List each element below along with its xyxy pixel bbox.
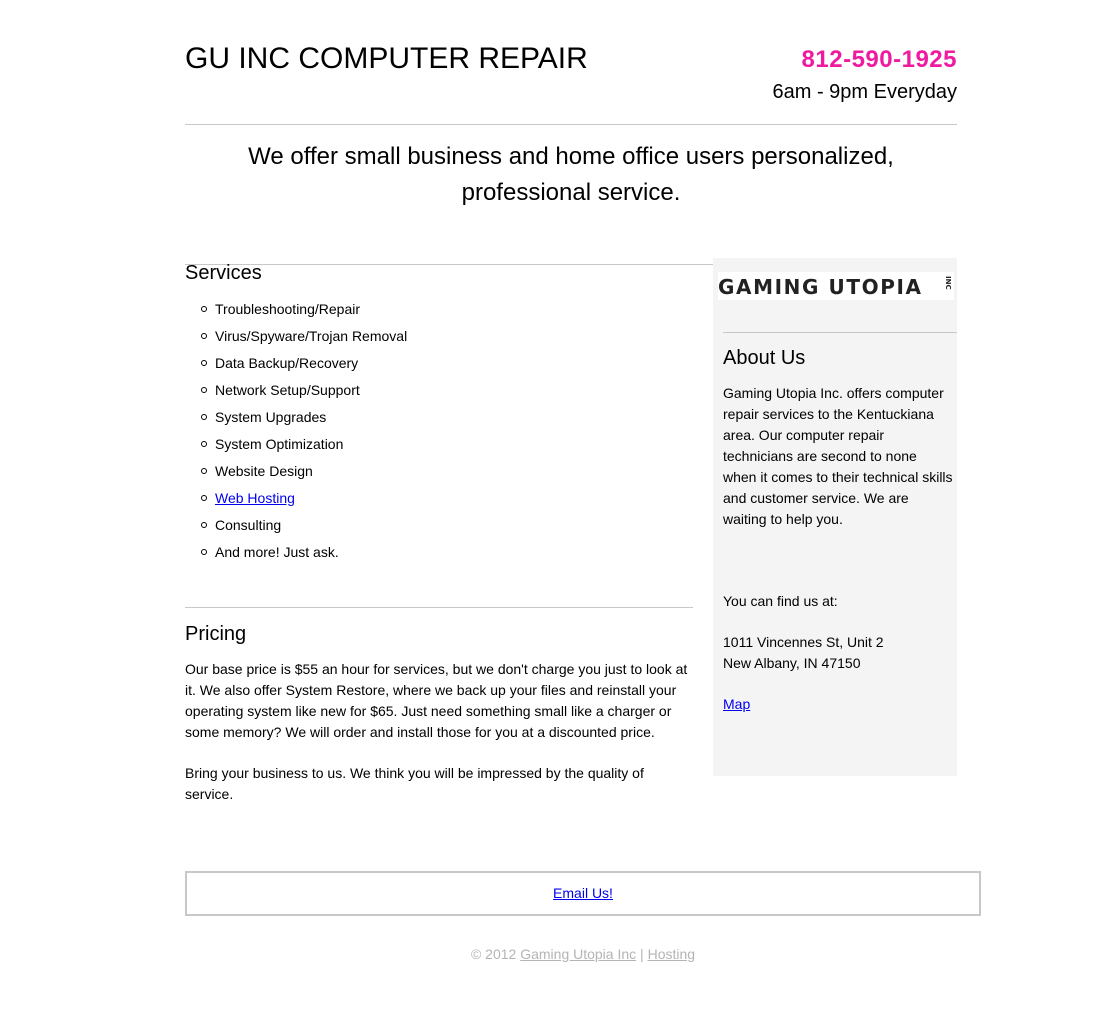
address-line-2: New Albany, IN 47150 <box>723 655 861 671</box>
list-item: Troubleshooting/Repair <box>200 297 407 324</box>
list-item: Website Design <box>200 459 407 486</box>
list-item: Virus/Spyware/Trojan Removal <box>200 324 408 351</box>
services-list: Troubleshooting/Repair Virus/Spyware/Tro… <box>185 297 407 567</box>
pricing-text: Our base price is $55 an hour for servic… <box>185 659 695 825</box>
sidebar-divider <box>723 332 957 333</box>
services-heading: Services <box>185 262 262 284</box>
about-text: Gaming Utopia Inc. offers computer repai… <box>723 385 953 527</box>
service-label: Network Setup/Support <box>215 382 360 398</box>
service-label: System Optimization <box>215 436 344 452</box>
sidebar: GAMING UTOPIA INC About Us Gaming Utopia… <box>713 258 957 776</box>
page-wrapper: GU INC COMPUTER REPAIR 812-590-1925 6am … <box>185 0 957 802</box>
copyright-text: © 2012 <box>470 946 517 962</box>
address-line-1: 1011 Vincennes St, Unit 2 <box>723 634 884 650</box>
about-heading: About Us <box>723 347 806 369</box>
email-us-link[interactable]: Email Us! <box>553 885 613 901</box>
list-item: Data Backup/Recovery <box>200 351 407 378</box>
pricing-heading: Pricing <box>185 623 247 645</box>
logo-text: GAMING UTOPIA <box>718 275 923 299</box>
tagline-line-2: professional service. <box>461 179 681 206</box>
list-item: Consulting <box>200 513 407 540</box>
service-label: Consulting <box>215 517 282 533</box>
hosting-link[interactable]: Hosting <box>648 946 695 962</box>
pricing-paragraph-2: Bring your business to us. We think you … <box>185 765 644 802</box>
service-label: System Upgrades <box>215 409 327 425</box>
tagline-line-1: We offer small business and home office … <box>248 143 894 170</box>
list-item: System Upgrades <box>200 405 407 432</box>
list-item: System Optimization <box>200 432 407 459</box>
address: 1011 Vincennes St, Unit 2 New Albany, IN… <box>723 632 884 674</box>
footer: © 2012 Gaming Utopia Inc | Hosting <box>185 946 981 962</box>
service-label: And more! Just ask. <box>215 544 339 560</box>
service-label: Virus/Spyware/Trojan Removal <box>215 328 408 344</box>
company-link[interactable]: Gaming Utopia Inc <box>520 946 636 962</box>
service-label: Data Backup/Recovery <box>215 355 359 371</box>
tagline: We offer small business and home office … <box>225 139 917 211</box>
map-link[interactable]: Map <box>723 694 750 715</box>
list-item: Web Hosting <box>200 486 407 513</box>
business-hours: 6am - 9pm Everyday <box>772 81 957 103</box>
logo-suffix: INC <box>944 276 952 290</box>
section-divider <box>185 607 693 608</box>
phone-number: 812-590-1925 <box>801 46 957 73</box>
pricing-paragraph-1: Our base price is $55 an hour for servic… <box>185 661 688 740</box>
list-item: And more! Just ask. <box>200 540 407 567</box>
service-label: Website Design <box>215 463 313 479</box>
list-item: Network Setup/Support <box>200 378 407 405</box>
find-us-text: You can find us at: <box>723 593 838 609</box>
site-title: GU INC COMPUTER REPAIR <box>185 42 588 75</box>
company-logo: GAMING UTOPIA INC <box>718 272 954 300</box>
service-label: Troubleshooting/Repair <box>215 301 361 317</box>
web-hosting-link[interactable]: Web Hosting <box>215 490 295 506</box>
site-header: GU INC COMPUTER REPAIR 812-590-1925 6am … <box>185 0 957 125</box>
email-box: Email Us! <box>185 871 981 916</box>
footer-separator: | <box>640 946 644 962</box>
